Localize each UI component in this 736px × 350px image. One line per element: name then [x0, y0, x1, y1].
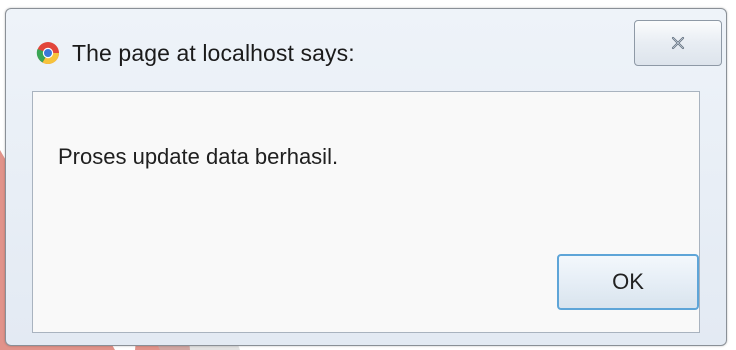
dialog-title: The page at localhost says: [72, 40, 355, 66]
dialog-content: Proses update data berhasil. OK [32, 91, 700, 333]
alert-dialog: The page at localhost says: Proses updat… [5, 8, 727, 346]
close-button[interactable] [634, 20, 722, 66]
dialog-titlebar: The page at localhost says: [6, 9, 726, 89]
chrome-icon [36, 41, 60, 65]
dialog-message: Proses update data berhasil. [58, 144, 339, 169]
close-icon [670, 35, 686, 51]
screen: The page at localhost says: Proses updat… [0, 0, 736, 350]
ok-button[interactable]: OK [557, 254, 699, 310]
